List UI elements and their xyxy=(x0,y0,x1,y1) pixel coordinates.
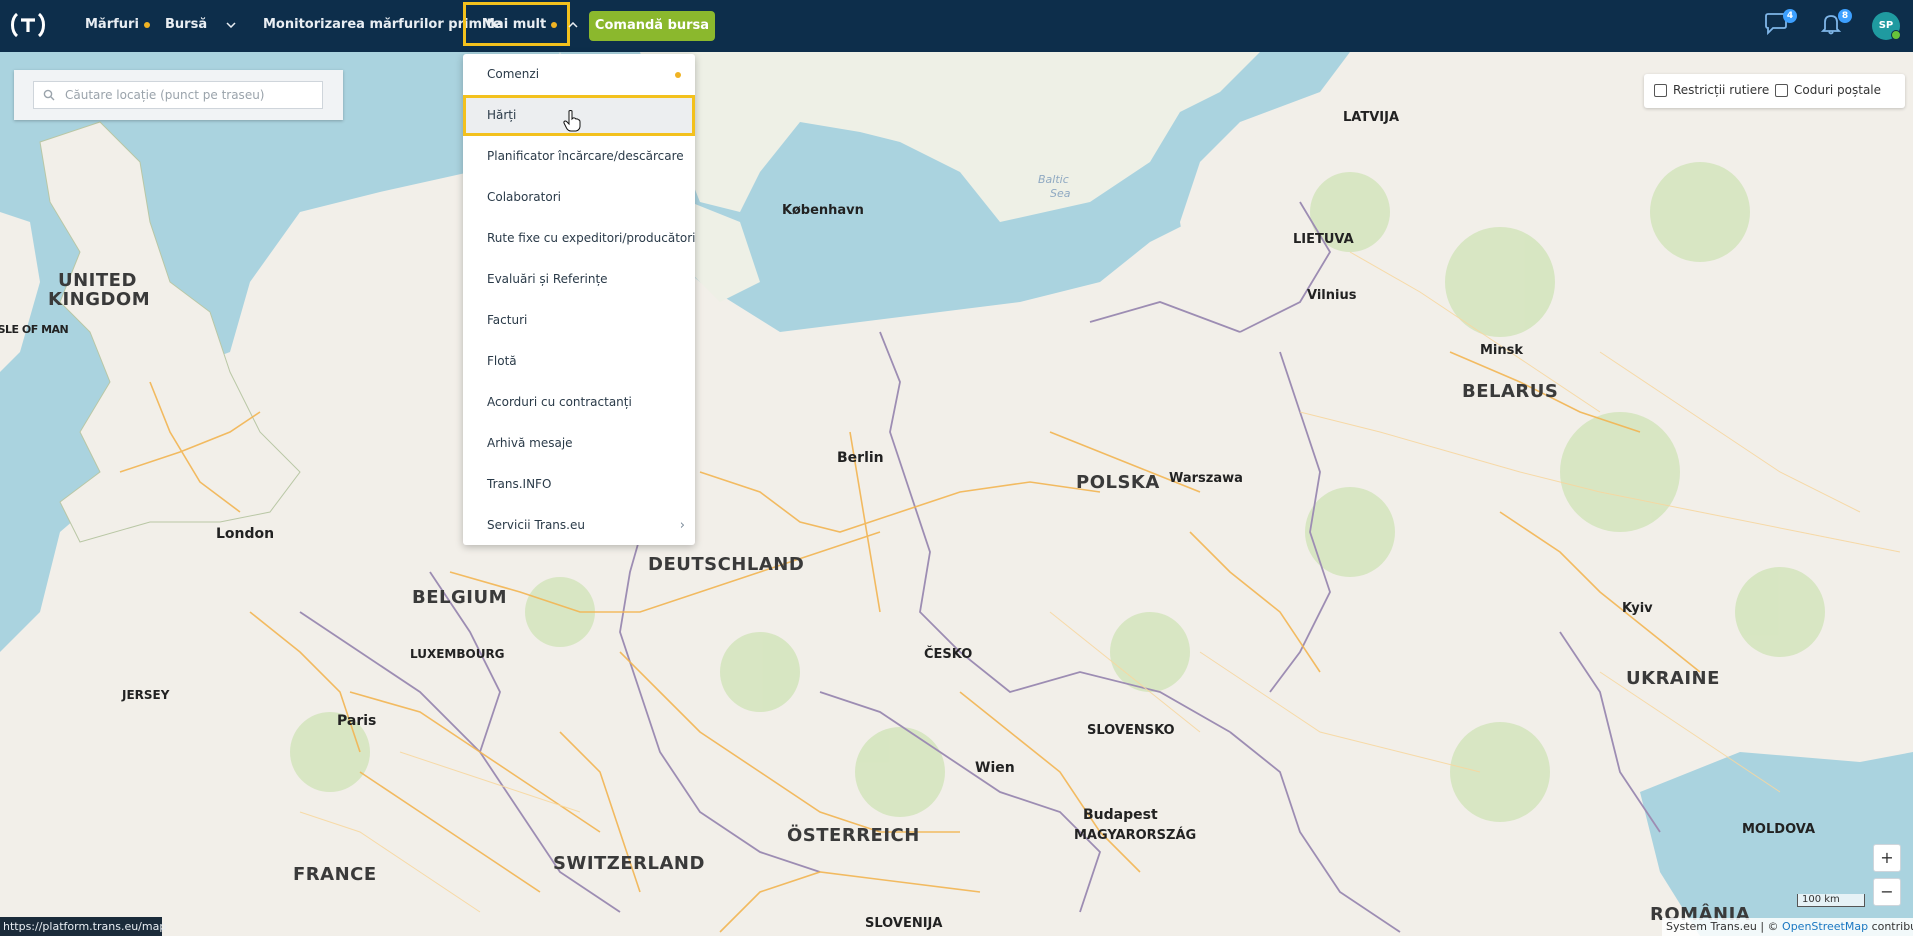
zoom-in-button[interactable]: + xyxy=(1873,844,1901,872)
map-label-country: ÖSTERREICH xyxy=(787,825,920,846)
menu-item-label: Facturi xyxy=(487,313,528,327)
menu-item-label: Evaluări și Referințe xyxy=(487,272,608,286)
map-label-city: Berlin xyxy=(837,450,884,466)
menu-item-arhiva-mesaje[interactable]: Arhivă mesaje xyxy=(463,423,695,464)
status-url-bar: https://platform.trans.eu/map xyxy=(0,917,166,936)
map-label-country: JERSEY xyxy=(122,688,170,702)
nav-bursa-label: Bursă xyxy=(165,17,208,32)
map-label-country: LIETUVA xyxy=(1293,232,1354,247)
nav-marfuri-label: Mărfuri xyxy=(85,17,139,32)
nav-bursa[interactable]: Bursă xyxy=(165,17,236,32)
location-search-input[interactable]: Căutare locație (punct pe traseu) xyxy=(33,81,323,109)
map-label-city: London xyxy=(216,526,275,542)
postal-codes-checkbox[interactable] xyxy=(1775,84,1788,97)
map-label-country: BELARUS xyxy=(1462,381,1559,402)
map-label-country: SWITZERLAND xyxy=(553,853,705,874)
map-label-country: LUXEMBOURG xyxy=(410,647,505,661)
menu-item-label: Trans.INFO xyxy=(487,477,552,491)
menu-item-label: Colaboratori xyxy=(487,190,561,204)
search-icon xyxy=(43,89,55,101)
messages-badge: 4 xyxy=(1783,9,1797,23)
map-label-country: UKRAINE xyxy=(1626,668,1720,689)
map-label-city: København xyxy=(782,203,864,218)
map-label-country: MOLDOVA xyxy=(1742,822,1816,837)
attribution-prefix: System Trans.eu | © xyxy=(1666,920,1779,933)
map-label-city: Wien xyxy=(975,760,1015,776)
menu-item-planificator[interactable]: Planificator încărcare/descărcare xyxy=(463,136,695,177)
road-restrictions-label[interactable]: Restricții rutiere xyxy=(1673,83,1769,97)
map-label-sea: Baltic xyxy=(1038,173,1069,186)
menu-item-trans-info[interactable]: Trans.INFO xyxy=(463,464,695,505)
map-label-city: Paris xyxy=(337,713,377,729)
map-background xyxy=(0,52,1913,936)
menu-item-acorduri[interactable]: Acorduri cu contractanți xyxy=(463,382,695,423)
map-label-city: Kyiv xyxy=(1622,601,1653,616)
map-label-country: ISLE OF MAN xyxy=(0,323,69,336)
menu-item-colaboratori[interactable]: Colaboratori xyxy=(463,177,695,218)
marfuri-notification-dot xyxy=(143,21,150,28)
map-label-country: KINGDOM xyxy=(48,289,151,310)
notifications-badge: 8 xyxy=(1838,9,1852,23)
openstreetmap-link[interactable]: OpenStreetMap xyxy=(1782,920,1868,933)
trans-logo-icon[interactable] xyxy=(10,12,46,38)
search-placeholder: Căutare locație (punct pe traseu) xyxy=(65,88,265,102)
map-label-country: SLOVENSKO xyxy=(1087,723,1175,738)
menu-item-evaluari[interactable]: Evaluări și Referințe xyxy=(463,259,695,300)
user-avatar[interactable]: SP xyxy=(1872,12,1901,40)
location-search-panel: Căutare locație (punct pe traseu) xyxy=(14,70,343,120)
map-label-city: Vilnius xyxy=(1307,288,1357,303)
map-label-country: POLSKA xyxy=(1076,472,1160,493)
nav-mai-mult-label: Mai mult xyxy=(482,17,547,32)
menu-item-label: Planificator încărcare/descărcare xyxy=(487,149,684,163)
menu-item-comenzi[interactable]: Comenzi xyxy=(463,54,695,95)
messages-button[interactable]: 4 xyxy=(1763,9,1797,40)
menu-item-facturi[interactable]: Facturi xyxy=(463,300,695,341)
postal-codes-label[interactable]: Coduri poștale xyxy=(1794,83,1881,97)
menu-item-label: Acorduri cu contractanți xyxy=(487,395,632,409)
map-label-sea: Sea xyxy=(1050,187,1071,200)
comenzi-notification-dot xyxy=(675,72,681,78)
comanda-bursa-button[interactable]: Comandă bursa xyxy=(589,11,715,41)
menu-item-label: Rute fixe cu expeditori/producători xyxy=(487,231,696,245)
map-label-city: Warszawa xyxy=(1169,471,1243,486)
road-restrictions-checkbox[interactable] xyxy=(1654,84,1667,97)
map-label-city: Budapest xyxy=(1083,807,1158,823)
map-label-country: MAGYARORSZÁG xyxy=(1074,828,1197,843)
zoom-out-button[interactable]: − xyxy=(1873,878,1901,906)
map-label-country: BELGIUM xyxy=(412,587,507,608)
map-label-country: ČESKO xyxy=(924,647,973,662)
menu-item-label: Flotă xyxy=(487,354,517,368)
map-label-country: SLOVENIJA xyxy=(865,916,943,931)
menu-item-label: Arhivă mesaje xyxy=(487,436,573,450)
menu-item-label: Servicii Trans.eu xyxy=(487,518,585,532)
chevron-up-icon xyxy=(568,21,578,28)
online-status-dot xyxy=(1891,30,1901,40)
menu-item-servicii[interactable]: Servicii Trans.eu › xyxy=(463,505,695,546)
chevron-right-icon: › xyxy=(679,518,685,533)
avatar-initials: SP xyxy=(1878,20,1894,31)
mai-mult-notification-dot xyxy=(551,21,558,28)
menu-item-label: Hărți xyxy=(487,108,517,122)
hand-cursor-icon xyxy=(563,110,581,132)
chevron-down-icon xyxy=(226,21,236,28)
map-filters-panel: Restricții rutiere Coduri poștale xyxy=(1644,74,1905,108)
map-attribution: System Trans.eu | © OpenStreetMap contri… xyxy=(1662,918,1913,936)
map-canvas[interactable]: UNITED KINGDOM BELGIUM LUXEMBOURG DEUTSC… xyxy=(0,52,1913,936)
menu-item-flota[interactable]: Flotă xyxy=(463,341,695,382)
attribution-suffix: contributors xyxy=(1871,920,1913,933)
map-label-country: LATVIJA xyxy=(1343,110,1399,125)
top-navigation-bar: Mărfuri Bursă Monitorizarea mărfurilor p… xyxy=(0,0,1913,52)
map-label-country: FRANCE xyxy=(293,864,377,885)
map-scale: 100 km xyxy=(1797,894,1865,907)
map-label-country: DEUTSCHLAND xyxy=(648,554,805,575)
menu-item-rute-fixe[interactable]: Rute fixe cu expeditori/producători xyxy=(463,218,696,259)
nav-marfuri[interactable]: Mărfuri xyxy=(85,17,150,32)
notifications-button[interactable]: 8 xyxy=(1818,9,1852,40)
map-label-country: UNITED xyxy=(58,270,137,291)
menu-item-label: Comenzi xyxy=(487,67,540,81)
map-label-city: Minsk xyxy=(1480,343,1524,358)
nav-mai-mult[interactable]: Mai mult xyxy=(482,17,578,32)
